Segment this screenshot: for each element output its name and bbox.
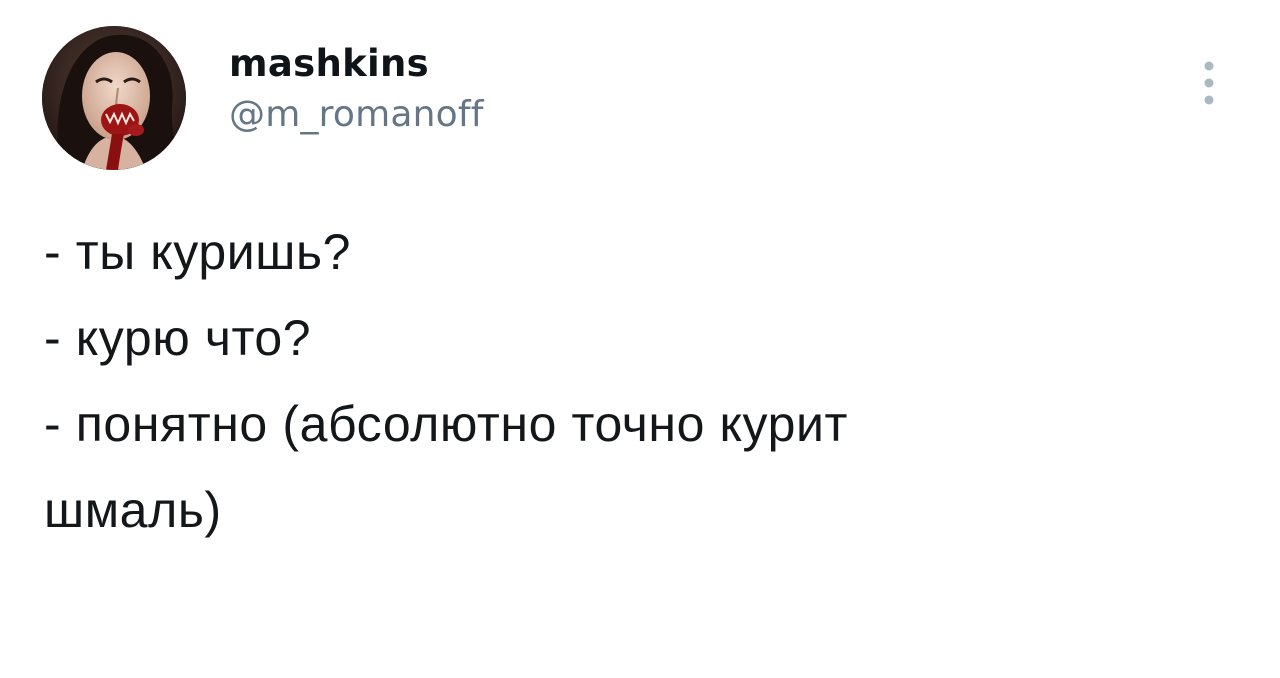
tweet-card: mashkins @m_romanoff - ты куришь? - курю… bbox=[0, 0, 1280, 678]
tweet-line: - понятно (абсолютно точно курит bbox=[44, 396, 849, 452]
tweet-line: - курю что? bbox=[44, 310, 312, 366]
tweet-line: шмаль) bbox=[44, 482, 222, 538]
tweet-author: mashkins @m_romanoff bbox=[229, 38, 484, 140]
display-name[interactable]: mashkins bbox=[229, 38, 484, 90]
profile-photo-icon bbox=[42, 26, 186, 170]
more-options-button[interactable] bbox=[1196, 56, 1222, 112]
tweet-line: - ты куришь? bbox=[44, 224, 352, 280]
tweet-text: - ты куришь? - курю что? - понятно (абсо… bbox=[44, 209, 1204, 553]
avatar[interactable] bbox=[42, 26, 186, 170]
user-handle[interactable]: @m_romanoff bbox=[229, 90, 484, 140]
more-vertical-icon bbox=[1204, 61, 1214, 105]
